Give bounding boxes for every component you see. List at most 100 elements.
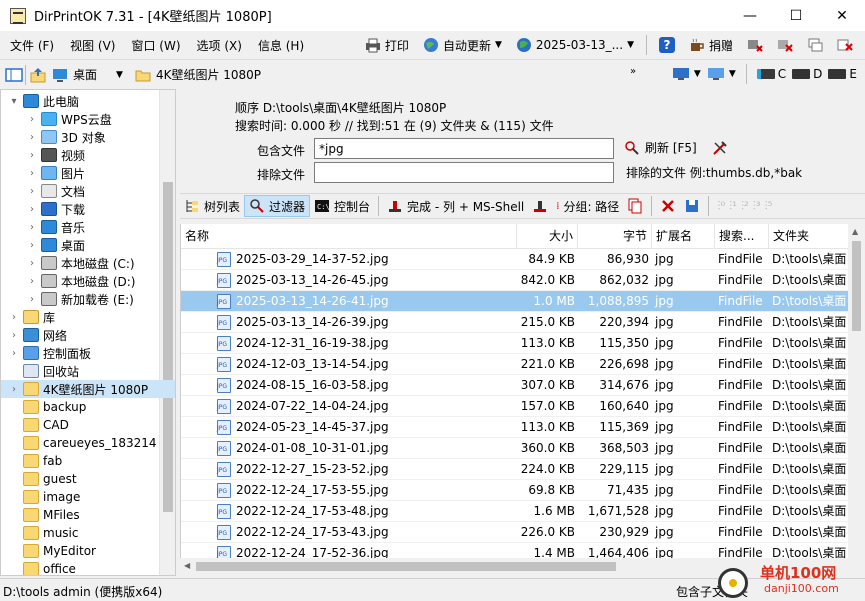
table-row[interactable]: 2024-12-03_13-14-54.jpg 221.0 KB 226,698 jp…	[181, 354, 848, 375]
table-row[interactable]: 2022-12-24_17-53-48.jpg 1.6 MB 1,671,528 jp…	[181, 501, 848, 522]
table-row[interactable]: 2022-12-24_17-53-43.jpg 226.0 KB 230,929 jp…	[181, 522, 848, 543]
include-files-input[interactable]	[314, 138, 614, 159]
chevron-down-icon[interactable]: ▼	[729, 69, 736, 79]
expand-chevron-icon[interactable]: ▾	[9, 96, 19, 107]
expand-chevron-icon[interactable]: ›	[27, 186, 37, 197]
table-row[interactable]: 2025-03-13_14-26-41.jpg 1.0 MB 1,088,895 jp…	[181, 291, 848, 312]
stamp-button[interactable]	[528, 195, 552, 217]
tree-item[interactable]: › 音乐	[1, 218, 175, 236]
tree-item[interactable]: › 4K壁纸图片 1080P	[1, 380, 175, 398]
remove-button[interactable]	[656, 195, 680, 217]
print-button[interactable]: 打印	[359, 33, 415, 57]
tree-item[interactable]: › 图片	[1, 164, 175, 182]
tools-icon[interactable]	[712, 140, 728, 156]
complete-button[interactable]: 完成 - 列 + MS-Shell	[383, 195, 528, 217]
column-name[interactable]: 名称	[181, 224, 517, 249]
help-button[interactable]: ?	[653, 33, 681, 57]
layout-icon[interactable]	[5, 67, 23, 83]
tree-item[interactable]: ▾ 此电脑	[1, 92, 175, 110]
expand-chevron-icon[interactable]: ›	[27, 132, 37, 143]
menu-file[interactable]: 文件 (F)	[2, 37, 62, 54]
expand-chevron-icon[interactable]: ›	[27, 294, 37, 305]
tree-item[interactable]: office	[1, 560, 175, 575]
vertical-scrollbar-thumb[interactable]	[852, 241, 861, 331]
tree-item[interactable]: › WPS云盘	[1, 110, 175, 128]
scroll-up-icon[interactable]: ▲	[852, 227, 858, 236]
monitor-icon[interactable]	[707, 66, 724, 82]
expand-chevron-icon[interactable]: ›	[27, 114, 37, 125]
date-dropdown[interactable]: 2025-03-13_... ▼	[510, 33, 640, 57]
expand-chevron-icon[interactable]: ›	[9, 330, 19, 341]
table-row[interactable]: 2022-12-24_17-52-36.jpg 1.4 MB 1,464,406 jp…	[181, 543, 848, 558]
address-expand-icon[interactable]: »	[630, 66, 636, 77]
menu-options[interactable]: 选项 (X)	[189, 37, 250, 54]
column-folder[interactable]: 文件夹	[769, 224, 848, 249]
tree-item[interactable]: image	[1, 488, 175, 506]
expand-chevron-icon[interactable]: ›	[27, 168, 37, 179]
tree-item[interactable]: careueyes_183214	[1, 434, 175, 452]
tree-item[interactable]: › 下载	[1, 200, 175, 218]
expand-chevron-icon[interactable]: ›	[9, 312, 19, 323]
table-row[interactable]: 2024-05-23_14-45-37.jpg 113.0 KB 115,369 jp…	[181, 417, 848, 438]
expand-chevron-icon[interactable]: ›	[9, 384, 19, 395]
tree-item[interactable]: › 桌面	[1, 236, 175, 254]
tree-item[interactable]: › 3D 对象	[1, 128, 175, 146]
file-list[interactable]: 名称 大小 字节 扩展名 搜索... 文件夹 2025-03-29_14-37-…	[180, 224, 848, 558]
exclude-files-input[interactable]	[314, 162, 614, 183]
drive-c-button[interactable]: C	[756, 67, 786, 81]
menu-info[interactable]: 信息 (H)	[250, 37, 312, 54]
table-row[interactable]: 2024-01-08_10-31-01.jpg 360.0 KB 368,503 jp…	[181, 438, 848, 459]
tree-item[interactable]: guest	[1, 470, 175, 488]
copy-button[interactable]	[623, 195, 647, 217]
tree-item[interactable]: backup	[1, 398, 175, 416]
tree-item[interactable]: › 本地磁盘 (C:)	[1, 254, 175, 272]
file-list-vertical-scrollbar[interactable]: ▲	[848, 224, 865, 558]
tree-item[interactable]: › 新加载卷 (E:)	[1, 290, 175, 308]
tree-item[interactable]: › 本地磁盘 (D:)	[1, 272, 175, 290]
drive-d-button[interactable]: D	[792, 67, 822, 81]
folder-tree[interactable]: ▾ 此电脑 › WPS云盘 › 3D 对象 › 视频 › 图片 › 文档 › 下载 › 音乐 › 桌面 › 本地磁盘 …	[0, 89, 176, 576]
tool-button-1[interactable]	[741, 33, 769, 57]
minimize-button[interactable]: —	[727, 0, 773, 31]
expand-chevron-icon[interactable]: ›	[27, 276, 37, 287]
expand-chevron-icon[interactable]: ›	[9, 348, 19, 359]
table-row[interactable]: 2024-07-22_14-04-24.jpg 157.0 KB 160,640 jp…	[181, 396, 848, 417]
tool-button-3[interactable]	[801, 33, 829, 57]
close-button[interactable]: ✕	[819, 0, 865, 31]
expand-chevron-icon[interactable]: ›	[27, 204, 37, 215]
tree-item[interactable]: › 视频	[1, 146, 175, 164]
menu-window[interactable]: 窗口 (W)	[123, 37, 188, 54]
horizontal-scrollbar-thumb[interactable]	[196, 562, 616, 571]
tree-item[interactable]: music	[1, 524, 175, 542]
save-button[interactable]	[680, 195, 704, 217]
table-row[interactable]: 2024-08-15_16-03-58.jpg 307.0 KB 314,676 jp…	[181, 375, 848, 396]
expand-chevron-icon[interactable]: ›	[27, 258, 37, 269]
tree-item[interactable]: 回收站	[1, 362, 175, 380]
address-folder[interactable]: 4K壁纸图片 1080P	[129, 64, 267, 86]
table-row[interactable]: 2025-03-13_14-26-39.jpg 215.0 KB 220,394 jp…	[181, 312, 848, 333]
column-size[interactable]: 大小	[517, 224, 578, 249]
up-folder-icon[interactable]	[30, 67, 46, 83]
expand-chevron-icon[interactable]: ›	[27, 222, 37, 233]
tool-button-2[interactable]	[771, 33, 799, 57]
tree-item[interactable]: CAD	[1, 416, 175, 434]
address-desktop[interactable]: 桌面 ▼	[46, 64, 129, 86]
expand-chevron-icon[interactable]: ›	[27, 150, 37, 161]
column-search[interactable]: 搜索...	[715, 224, 769, 249]
refresh-button[interactable]: 刷新 [F5]	[624, 139, 728, 156]
scroll-left-icon[interactable]: ◀	[184, 561, 190, 570]
tree-item[interactable]: fab	[1, 452, 175, 470]
menu-view[interactable]: 视图 (V)	[62, 37, 123, 54]
chevron-down-icon[interactable]: ▼	[694, 69, 701, 79]
expand-chevron-icon[interactable]: ›	[27, 240, 37, 251]
table-row[interactable]: 2024-12-31_16-19-38.jpg 113.0 KB 115,350 jp…	[181, 333, 848, 354]
tree-item[interactable]: › 文档	[1, 182, 175, 200]
tree-item[interactable]: MFiles	[1, 506, 175, 524]
table-row[interactable]: 2025-03-13_14-26-45.jpg 842.0 KB 862,032 jp…	[181, 270, 848, 291]
console-button[interactable]: C:\ 控制台	[310, 195, 374, 217]
auto-update-button[interactable]: 自动更新 ▼	[417, 33, 508, 57]
column-bytes[interactable]: 字节	[578, 224, 652, 249]
tree-item[interactable]: › 网络	[1, 326, 175, 344]
group-button[interactable]: ⁞ 分组: 路径	[552, 195, 623, 217]
tree-item[interactable]: MyEditor	[1, 542, 175, 560]
